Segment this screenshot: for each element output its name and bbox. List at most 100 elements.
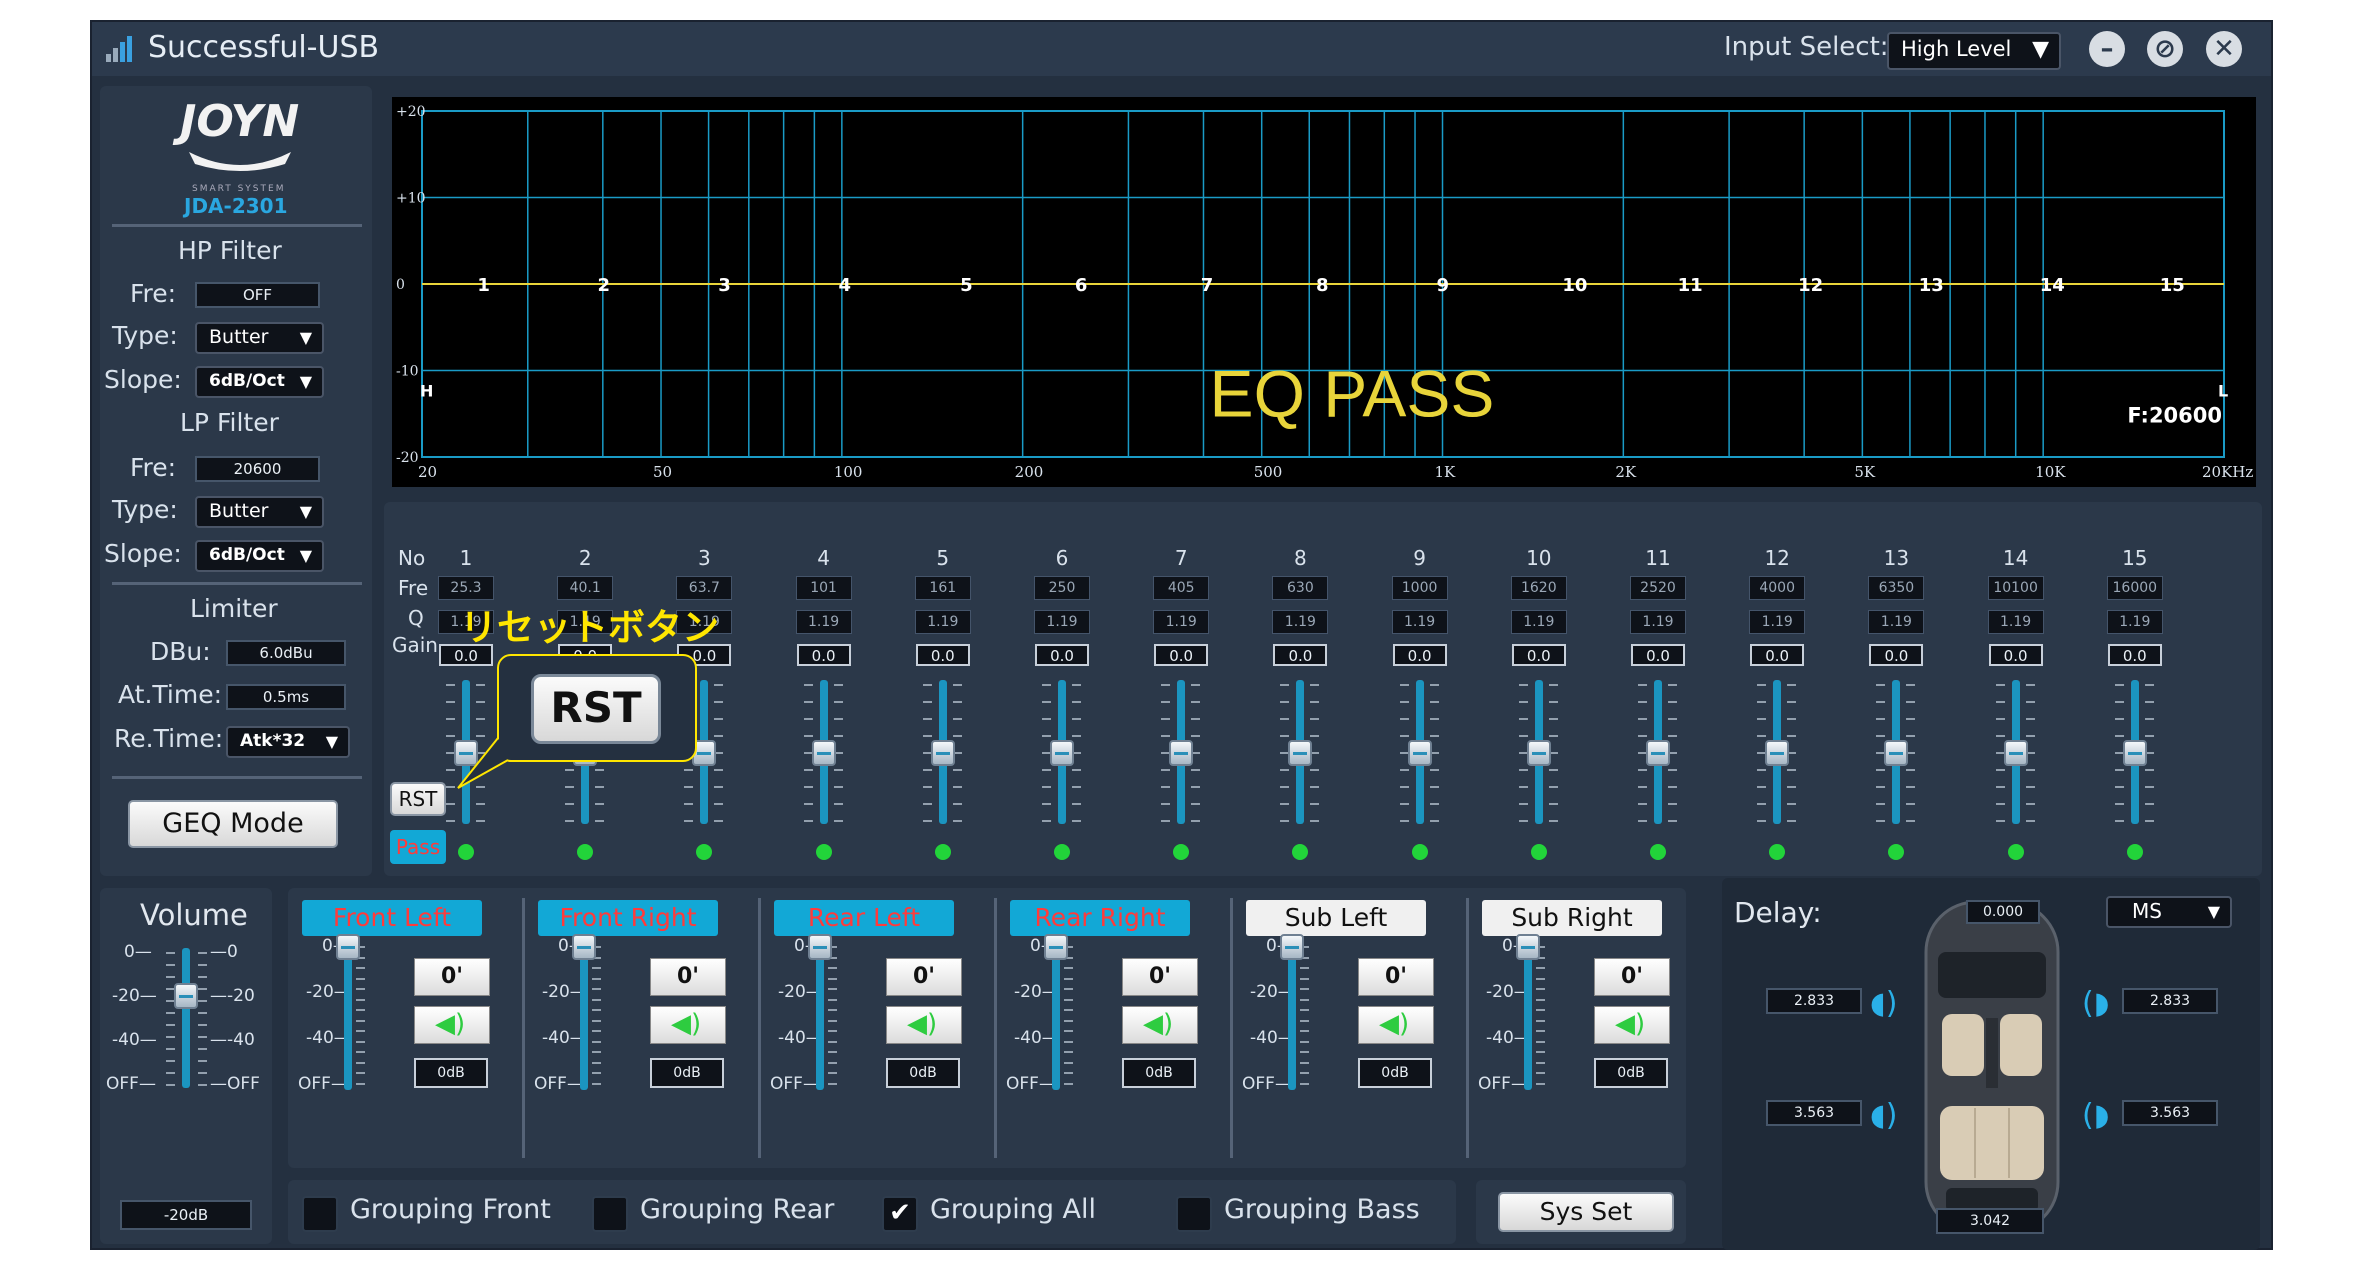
speaker-rear-left-icon[interactable]: ◖) [1870, 1098, 1898, 1133]
channel-fader-knob[interactable] [1516, 934, 1540, 960]
channel-name-button[interactable]: Sub Right [1482, 900, 1662, 936]
limiter-attime-field[interactable]: 0.5ms [226, 684, 346, 710]
channel-gain-field[interactable]: 0dB [1358, 1058, 1432, 1088]
channel-fader-track[interactable] [816, 942, 824, 1090]
lp-slope-dropdown[interactable]: 6dB/Oct ▼ [195, 540, 324, 572]
channel-mute-button[interactable]: ◀) [1594, 1006, 1670, 1044]
fader-knob[interactable] [811, 740, 836, 766]
eq-band-gain-field[interactable]: 0.0 [1392, 644, 1447, 666]
eq-band-frequency-field[interactable]: 250 [1034, 576, 1090, 600]
delay-rear-left-field[interactable]: 3.563 [1766, 1100, 1862, 1126]
eq-band-q-field[interactable]: 1.19 [1630, 610, 1686, 634]
channel-phase-button[interactable]: 0' [1122, 958, 1198, 996]
eq-band-gain-field[interactable]: 0.0 [1273, 644, 1328, 666]
channel-gain-field[interactable]: 0dB [650, 1058, 724, 1088]
eq-band-gain-fader[interactable] [1509, 680, 1569, 830]
fader-knob[interactable] [1765, 740, 1790, 766]
fader-knob[interactable] [1646, 740, 1670, 766]
geq-mode-button[interactable]: GEQ Mode [128, 800, 338, 848]
fader-knob[interactable] [1407, 740, 1432, 766]
eq-band-q-field[interactable]: 1.19 [1391, 610, 1448, 634]
eq-band-gain-fader[interactable] [2105, 680, 2165, 830]
eq-band-gain-fader[interactable] [1866, 680, 1926, 830]
channel-fader-knob[interactable] [572, 934, 596, 960]
eq-band-gain-field[interactable]: 0.0 [1750, 644, 1805, 666]
delay-unit-dropdown[interactable]: MS ▼ [2106, 896, 2232, 928]
volume-fader-knob[interactable] [174, 983, 198, 1009]
eq-band-gain-field[interactable]: 0.0 [796, 644, 851, 666]
fader-knob[interactable] [1169, 740, 1194, 766]
minimize-button[interactable]: – [2089, 31, 2125, 67]
delay-front-left-field[interactable]: 2.833 [1766, 988, 1862, 1014]
fader-knob[interactable] [1050, 740, 1074, 766]
fader-knob[interactable] [2122, 740, 2147, 766]
eq-band-q-field[interactable]: 1.19 [1868, 610, 1925, 634]
delay-front-right-field[interactable]: 2.833 [2122, 988, 2218, 1014]
eq-band-frequency-field[interactable]: 16000 [2106, 576, 2163, 600]
grouping-checkbox[interactable]: ✔ [882, 1196, 918, 1232]
channel-mute-button[interactable]: ◀) [414, 1006, 490, 1044]
eq-band-gain-fader[interactable] [913, 680, 973, 830]
hp-slope-dropdown[interactable]: 6dB/Oct ▼ [195, 366, 324, 398]
eq-band-frequency-field[interactable]: 101 [795, 576, 852, 600]
hp-fre-field[interactable]: OFF [195, 282, 320, 308]
channel-fader-knob[interactable] [1280, 934, 1304, 960]
lp-type-dropdown[interactable]: Butter ▼ [195, 496, 324, 528]
fader-knob[interactable] [1526, 740, 1551, 766]
channel-gain-field[interactable]: 0dB [414, 1058, 488, 1088]
hp-type-dropdown[interactable]: Butter ▼ [195, 322, 324, 354]
fader-knob[interactable] [930, 740, 955, 766]
speaker-front-left-icon[interactable]: ◖) [1870, 986, 1898, 1021]
close-button[interactable]: ✕ [2206, 31, 2242, 67]
eq-band-q-field[interactable]: 1.19 [914, 610, 971, 634]
eq-band-frequency-field[interactable]: 1000 [1391, 576, 1448, 600]
channel-fader-knob[interactable] [336, 934, 360, 960]
eq-band-gain-field[interactable]: 0.0 [1511, 644, 1566, 666]
eq-band-gain-field[interactable]: 0.0 [915, 644, 970, 666]
channel-name-button[interactable]: Rear Left [774, 900, 954, 936]
channel-name-button[interactable]: Front Right [538, 900, 718, 936]
eq-band-q-field[interactable]: 1.19 [1749, 610, 1806, 634]
delay-rear-right-field[interactable]: 3.563 [2122, 1100, 2218, 1126]
speaker-front-right-icon[interactable]: (◗ [2082, 986, 2110, 1021]
fader-knob[interactable] [1884, 740, 1909, 766]
eq-band-gain-fader[interactable] [1986, 680, 2046, 830]
eq-band-frequency-field[interactable]: 10100 [1987, 576, 2044, 600]
eq-band-q-field[interactable]: 1.19 [1034, 610, 1090, 634]
eq-band-gain-field[interactable]: 0.0 [1869, 644, 1924, 666]
channel-phase-button[interactable]: 0' [1358, 958, 1434, 996]
channel-name-button[interactable]: Sub Left [1246, 900, 1426, 936]
fader-knob[interactable] [1288, 740, 1313, 766]
eq-reset-button[interactable]: RST [390, 782, 446, 816]
eq-band-gain-fader[interactable] [1390, 680, 1450, 830]
input-select-dropdown[interactable]: High Level ▼ [1887, 32, 2061, 70]
lp-fre-field[interactable]: 20600 [195, 456, 320, 482]
restore-button[interactable]: ⊘ [2147, 31, 2183, 67]
eq-band-frequency-field[interactable]: 4000 [1749, 576, 1806, 600]
channel-mute-button[interactable]: ◀) [650, 1006, 726, 1044]
eq-band-gain-field[interactable]: 0.0 [1035, 644, 1089, 666]
channel-phase-button[interactable]: 0' [886, 958, 962, 996]
eq-band-frequency-field[interactable]: 2520 [1630, 576, 1686, 600]
grouping-checkbox[interactable] [302, 1196, 338, 1232]
channel-fader-track[interactable] [1524, 942, 1532, 1090]
sys-set-button[interactable]: Sys Set [1498, 1192, 1674, 1232]
eq-band-frequency-field[interactable]: 630 [1272, 576, 1329, 600]
volume-value[interactable]: -20dB [120, 1200, 252, 1230]
channel-mute-button[interactable]: ◀) [886, 1006, 962, 1044]
channel-name-button[interactable]: Front Left [302, 900, 482, 936]
eq-band-frequency-field[interactable]: 161 [914, 576, 971, 600]
channel-phase-button[interactable]: 0' [1594, 958, 1670, 996]
eq-band-gain-field[interactable]: 0.0 [1631, 644, 1685, 666]
channel-fader-knob[interactable] [808, 934, 832, 960]
eq-band-gain-fader[interactable] [1032, 680, 1092, 830]
channel-gain-field[interactable]: 0dB [886, 1058, 960, 1088]
channel-fader-track[interactable] [1052, 942, 1060, 1090]
channel-name-button[interactable]: Rear Right [1010, 900, 1190, 936]
eq-band-q-field[interactable]: 1.19 [1272, 610, 1329, 634]
channel-mute-button[interactable]: ◀) [1358, 1006, 1434, 1044]
channel-phase-button[interactable]: 0' [414, 958, 490, 996]
grouping-checkbox[interactable] [592, 1196, 628, 1232]
eq-band-gain-fader[interactable] [1151, 680, 1211, 830]
eq-band-gain-fader[interactable] [1628, 680, 1688, 830]
